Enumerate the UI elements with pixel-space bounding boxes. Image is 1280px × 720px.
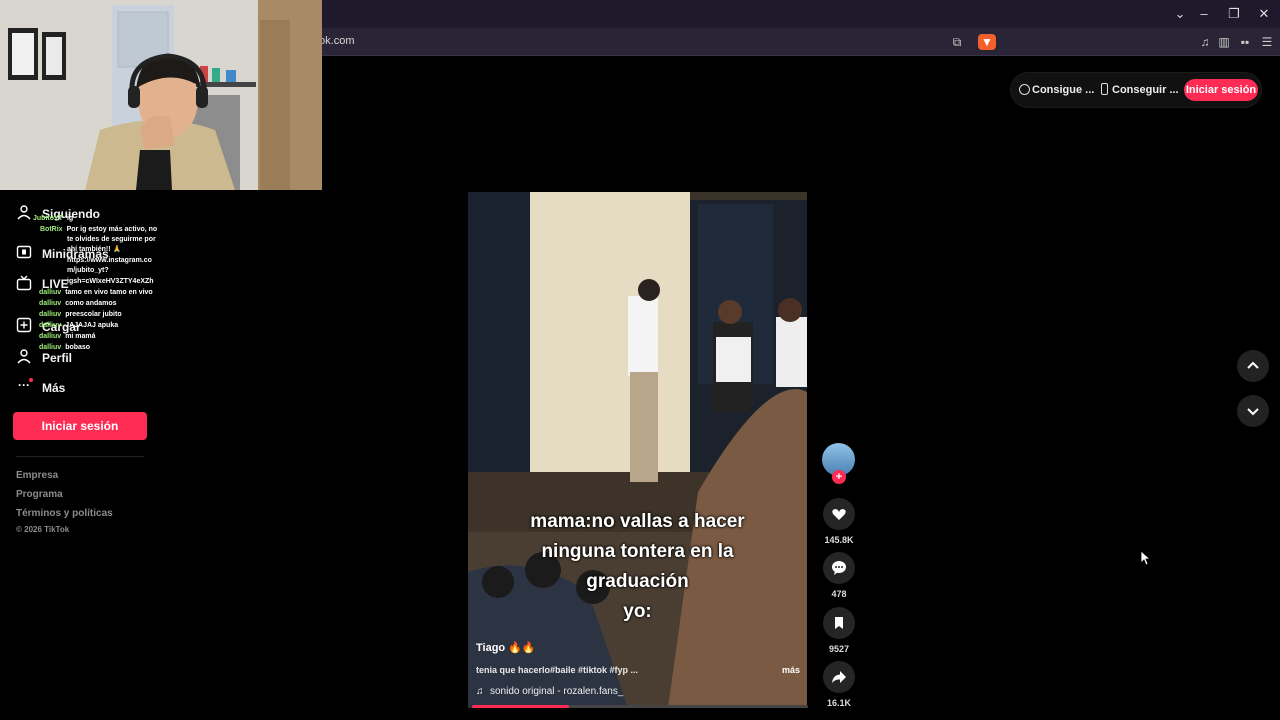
like-count: 145.8K xyxy=(824,535,854,545)
mouse-cursor-icon xyxy=(1140,550,1152,566)
share-icon xyxy=(832,671,846,683)
video-caption-line: graduación xyxy=(586,571,689,592)
like-button[interactable] xyxy=(823,498,855,530)
notification-dot xyxy=(29,378,33,382)
progress-fill xyxy=(472,705,570,708)
comment-icon xyxy=(832,561,846,575)
restore-button[interactable]: ❐ xyxy=(1224,6,1244,22)
sidebar-divider xyxy=(16,456,144,457)
translate-icon[interactable]: ⧉ xyxy=(948,34,966,50)
person-icon xyxy=(17,349,31,364)
webcam-overlay xyxy=(0,0,322,190)
video-description: tenia que hacerlo#baile #tiktok #fyp ... xyxy=(476,665,639,675)
save-count: 9527 xyxy=(828,644,850,654)
film-icon xyxy=(16,245,32,259)
chat-line: dalliuv preescolar jubito xyxy=(39,311,122,318)
follow-plus-icon[interactable]: + xyxy=(832,470,846,484)
video-caption-line: mama:no vallas a hacer xyxy=(530,511,745,532)
save-button[interactable] xyxy=(823,607,855,639)
next-video-button[interactable] xyxy=(1237,395,1269,427)
user-icon xyxy=(17,205,31,220)
chat-line: dalliuv JAJAJAJ apuka xyxy=(39,322,119,329)
footer-company[interactable]: Empresa xyxy=(16,470,58,481)
comment-button[interactable] xyxy=(823,552,855,584)
phone-icon[interactable] xyxy=(1101,83,1108,95)
chat-line: igsh=cWIxeHV3ZTY4eXZh xyxy=(67,278,154,285)
tv-icon xyxy=(16,275,32,291)
video-caption-line: ninguna tontera en la xyxy=(541,541,734,562)
footer-copyright: © 2026 TikTok xyxy=(16,525,70,534)
chat-line: https://www.instagram.co xyxy=(67,257,152,264)
brave-shield-icon[interactable]: ▼ xyxy=(978,34,996,50)
chevron-up-icon xyxy=(1247,361,1259,369)
music-note-icon: ♫ xyxy=(476,686,484,697)
menu-icon[interactable]: ☰ xyxy=(1258,34,1276,50)
minimize-button[interactable]: – xyxy=(1194,6,1214,21)
media-icon[interactable]: ♫ xyxy=(1196,34,1214,50)
close-button[interactable]: ✕ xyxy=(1254,6,1274,22)
chat-line: dalliuv mi mamá xyxy=(39,333,96,340)
sidebar-toggle-icon[interactable]: ▥ xyxy=(1215,34,1233,50)
chat-line: dalliuv como andamos xyxy=(39,300,117,307)
tab-list-icon[interactable]: ⌄ xyxy=(1170,6,1190,22)
chat-line: BotRix Por ig estoy más activo, no xyxy=(40,226,158,233)
coin-icon[interactable] xyxy=(1019,84,1030,95)
more-button[interactable]: más xyxy=(782,665,800,675)
sidebar-item-more[interactable]: Más xyxy=(42,381,65,395)
share-button[interactable] xyxy=(823,661,855,693)
music-label[interactable]: sonido original - rozalen.fans_ xyxy=(490,686,623,697)
vpn-icon[interactable]: ▪▪ xyxy=(1236,34,1254,50)
plus-square-icon xyxy=(16,317,32,333)
chat-line: m/jubito_yt? xyxy=(67,267,109,274)
footer-terms[interactable]: Términos y políticas xyxy=(16,508,113,519)
login-button-top[interactable]: Iniciar sesión xyxy=(1184,79,1258,101)
video-author[interactable]: Tiago 🔥🔥 xyxy=(476,641,536,654)
chat-line: te olvides de seguirme por xyxy=(67,236,156,243)
sidebar-item-profile[interactable]: Perfil xyxy=(42,351,72,365)
chat-line: ahí también!! 🙏 xyxy=(67,246,122,253)
previous-video-button[interactable] xyxy=(1237,350,1269,382)
chat-line: dalliuv bobaso xyxy=(39,344,91,351)
share-count: 16.1K xyxy=(826,698,852,708)
footer-program[interactable]: Programa xyxy=(16,489,63,500)
video-player[interactable] xyxy=(468,192,807,708)
chat-line: JubitoYT ig xyxy=(33,215,74,222)
video-caption-line: yo: xyxy=(623,601,652,622)
login-button-sidebar[interactable]: Iniciar sesión xyxy=(13,412,147,440)
get-coins-button[interactable]: Consigue ... xyxy=(1032,84,1094,96)
chevron-down-icon xyxy=(1247,408,1259,416)
heart-icon xyxy=(832,509,846,520)
comment-count: 478 xyxy=(831,589,847,599)
chat-line: dalliuv tamo en vivo tamo en vivo xyxy=(39,289,153,296)
get-app-button[interactable]: Conseguir ... xyxy=(1112,84,1179,96)
bookmark-icon xyxy=(835,617,843,629)
